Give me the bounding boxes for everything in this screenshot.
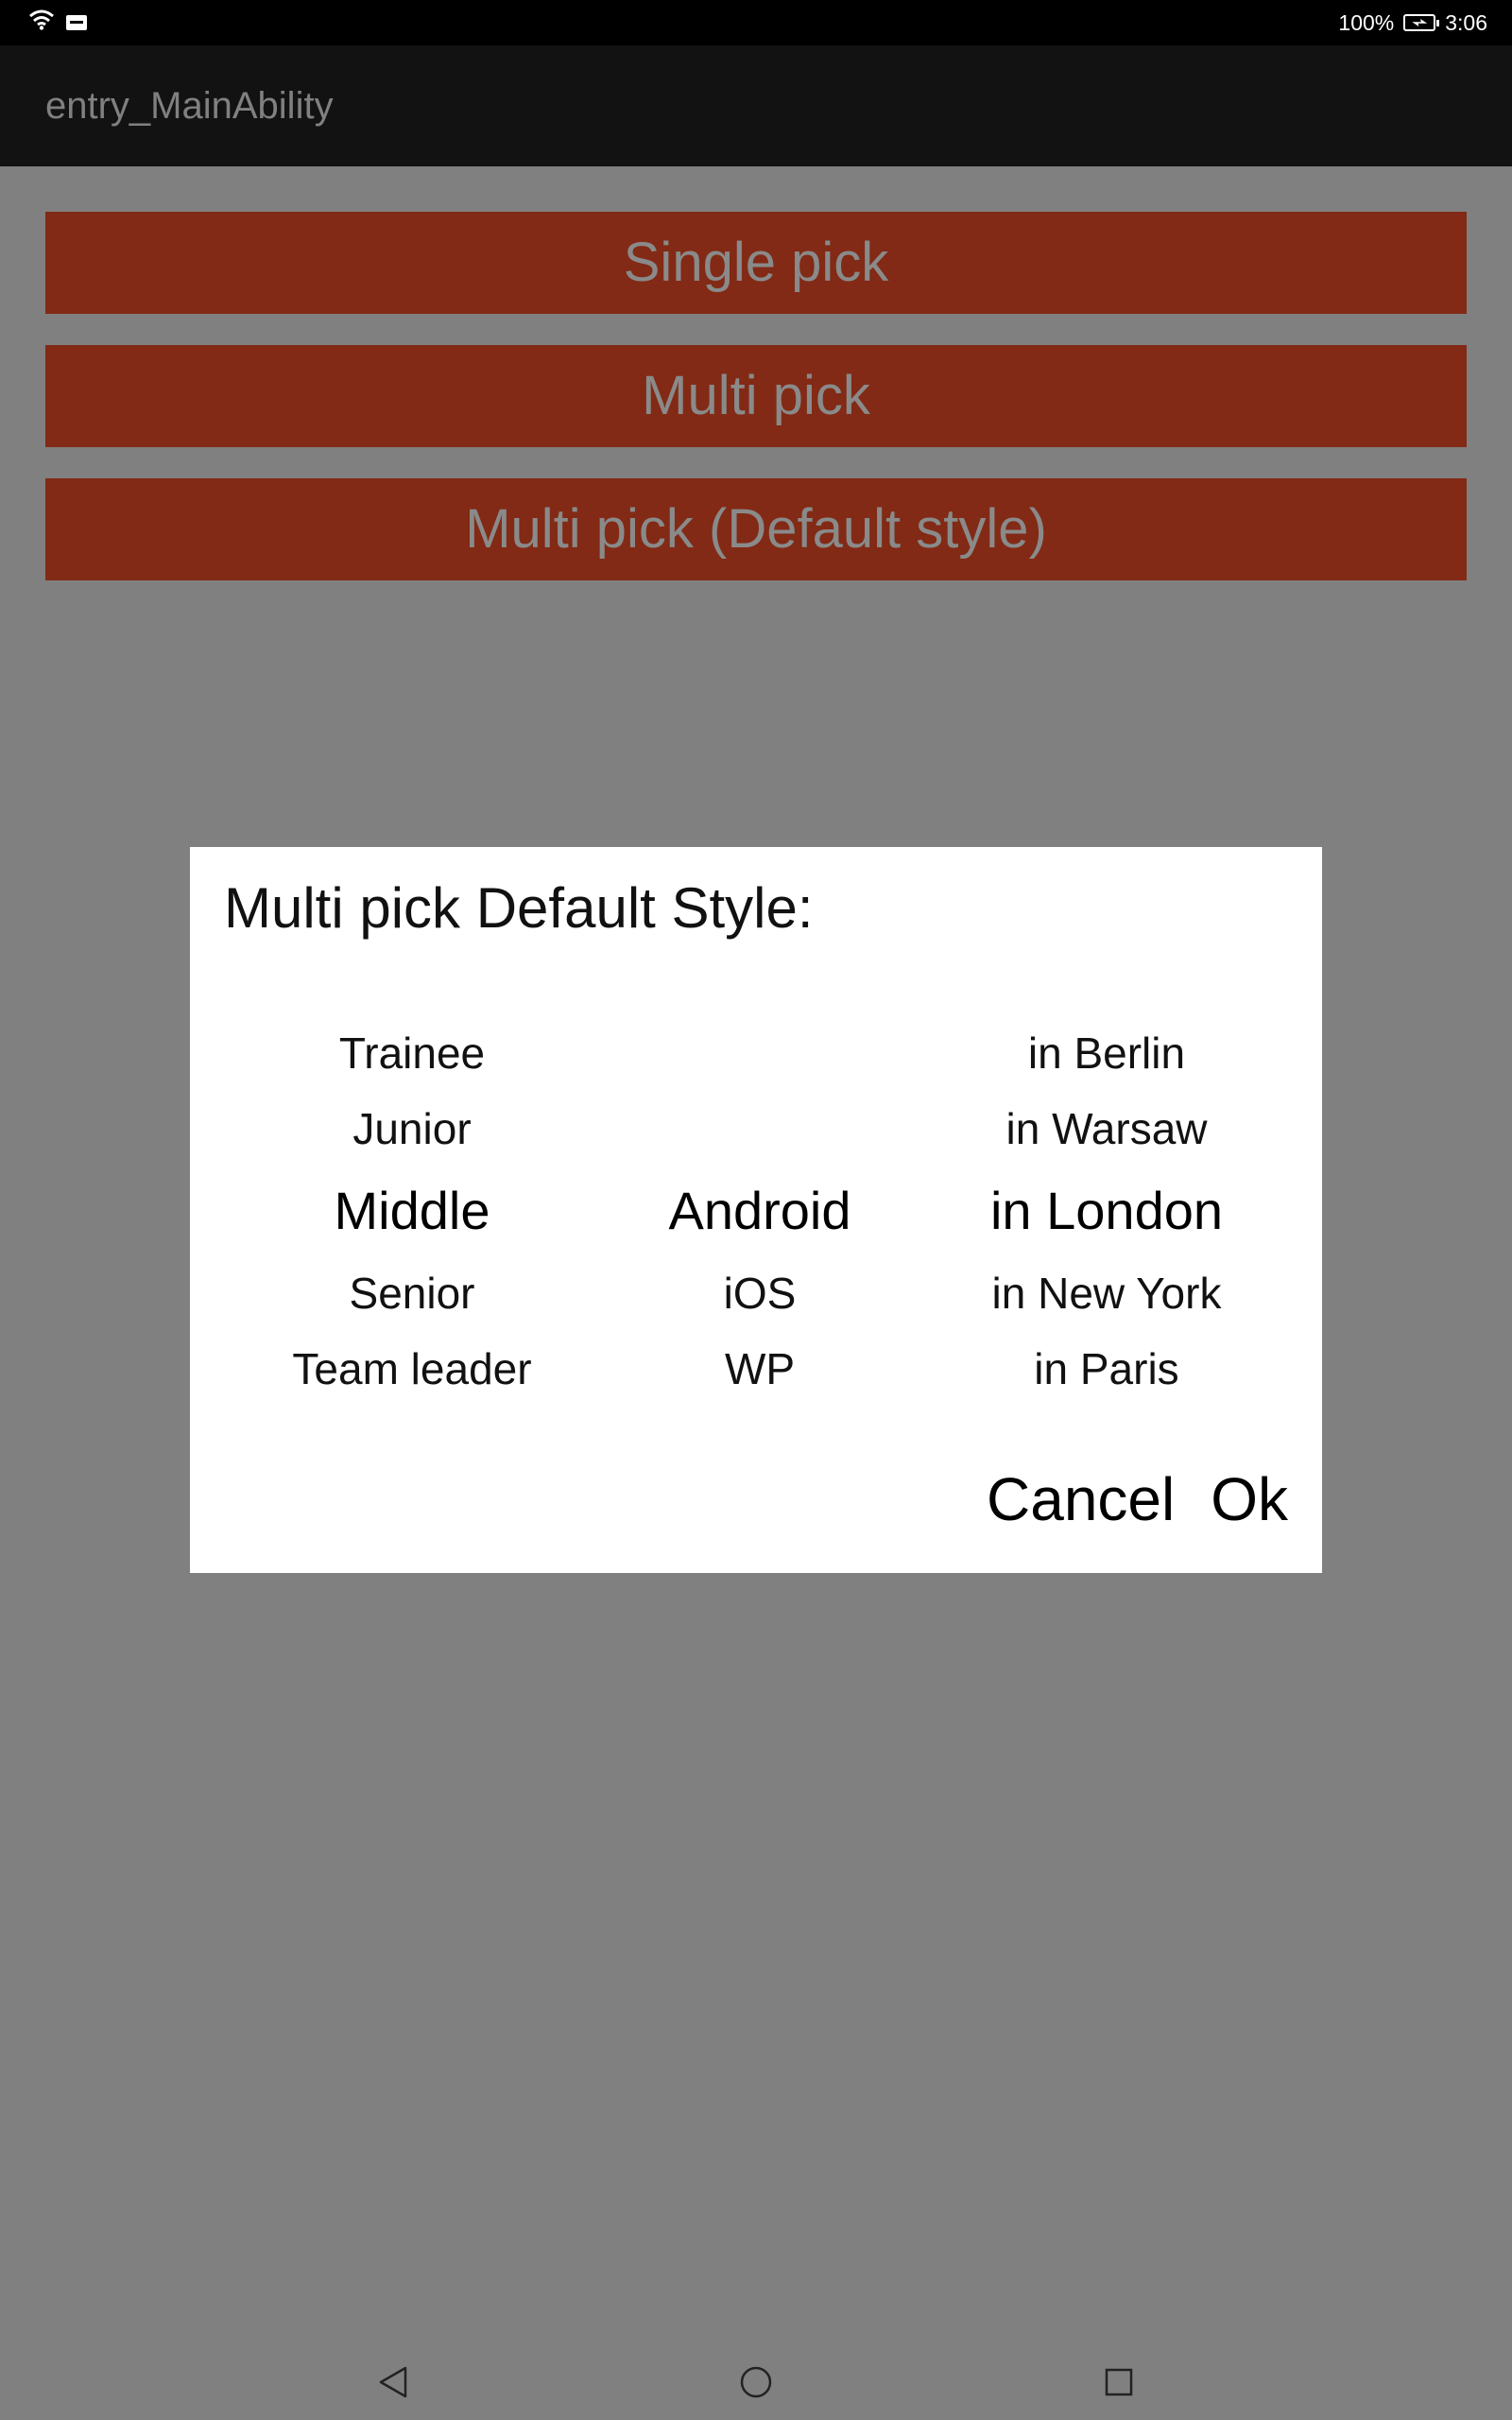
back-icon[interactable] — [365, 2354, 421, 2411]
picker-option[interactable]: in Warsaw — [1006, 1091, 1208, 1167]
multi-pick-default-button[interactable]: Multi pick (Default style) — [45, 478, 1467, 580]
picker-option[interactable]: Senior — [350, 1255, 475, 1331]
status-left — [28, 9, 87, 35]
app-title: entry_MainAbility — [45, 85, 334, 127]
multi-pick-button[interactable]: Multi pick — [45, 345, 1467, 447]
picker-city[interactable]: in Berlin in Warsaw in London in New Yor… — [932, 1015, 1281, 1393]
picker-option[interactable]: WP — [725, 1331, 795, 1407]
picker-option-selected[interactable]: in London — [990, 1167, 1223, 1255]
picker-option[interactable]: in Paris — [1034, 1331, 1178, 1407]
single-pick-button[interactable]: Single pick — [45, 212, 1467, 314]
picker-option-selected[interactable]: Middle — [335, 1167, 490, 1255]
battery-charging-icon — [1403, 14, 1440, 31]
status-bar: 100% 3:06 — [0, 0, 1512, 45]
wifi-icon — [28, 9, 55, 35]
multi-pick-dialog: Multi pick Default Style: Trainee Junior… — [190, 847, 1322, 1573]
battery-percent: 100% — [1338, 9, 1395, 35]
picker-option[interactable]: Trainee — [339, 1015, 485, 1091]
picker-option[interactable]: Junior — [352, 1091, 471, 1167]
dialog-title: Multi pick Default Style: — [224, 876, 814, 940]
picker-platform[interactable]: Android iOS WP — [585, 1015, 935, 1393]
recents-icon[interactable] — [1091, 2354, 1147, 2411]
picker-option-selected[interactable]: Android — [668, 1167, 850, 1255]
cancel-button[interactable]: Cancel — [987, 1461, 1175, 1537]
picker-level[interactable]: Trainee Junior Middle Senior Team leader — [237, 1015, 587, 1393]
app-bar: entry_MainAbility — [0, 45, 1512, 166]
clock: 3:06 — [1445, 9, 1487, 35]
home-icon[interactable] — [728, 2354, 784, 2411]
status-right: 100% 3:06 — [1338, 0, 1487, 45]
ok-button[interactable]: Ok — [1211, 1461, 1288, 1537]
navigation-bar — [0, 2344, 1512, 2420]
picker-option[interactable]: in Berlin — [1028, 1015, 1185, 1091]
sim-icon — [66, 14, 87, 30]
dialog-actions: Cancel Ok — [987, 1461, 1288, 1537]
picker-option[interactable]: Team leader — [292, 1331, 531, 1407]
picker-option[interactable]: in New York — [992, 1255, 1222, 1331]
picker-option[interactable]: iOS — [724, 1255, 797, 1331]
